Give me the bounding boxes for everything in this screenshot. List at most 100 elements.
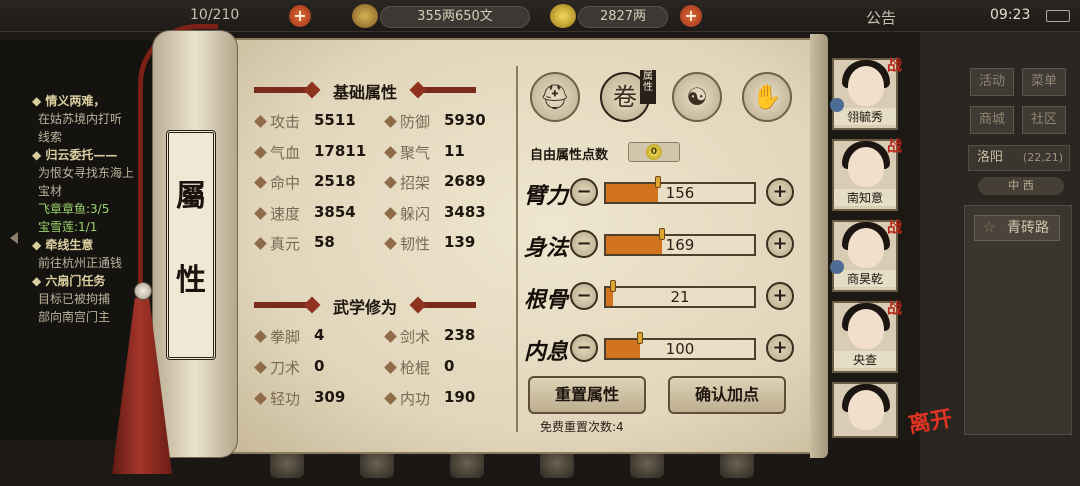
top-bar: 10/210 + 355两650文 2827两 + 公告 09:23 bbox=[0, 0, 1080, 32]
stat-value: 0 bbox=[314, 357, 325, 375]
tab-equipment[interactable]: ⛑ bbox=[530, 72, 580, 122]
scroll-title: 屬 性 bbox=[166, 130, 216, 360]
hero-name: 南知意 bbox=[834, 189, 896, 206]
base-attributes-title: 基础属性 bbox=[332, 83, 397, 102]
attribute-value: 100 bbox=[665, 340, 695, 358]
body-figure-icon: ✋ bbox=[752, 83, 782, 111]
stat-label: 轻功 bbox=[270, 390, 301, 408]
attribute-value: 169 bbox=[665, 236, 695, 254]
attribute-name: 内息 bbox=[524, 339, 569, 365]
copper-coin-icon bbox=[352, 4, 378, 28]
stat-value: 58 bbox=[314, 233, 335, 251]
hero-card[interactable]: 商昊乾 战 bbox=[830, 218, 902, 292]
road-button[interactable]: ☆ 青砖路 bbox=[974, 215, 1060, 241]
attribute-name: 根骨 bbox=[524, 287, 569, 313]
hero-portrait bbox=[848, 147, 884, 187]
attribute-name: 身法 bbox=[524, 235, 569, 261]
free-points-value: 0 bbox=[646, 144, 662, 160]
title-ornament bbox=[254, 302, 312, 308]
stat-value: 309 bbox=[314, 388, 346, 406]
shop-button[interactable]: 商城 bbox=[970, 106, 1014, 134]
hero-portrait bbox=[848, 228, 884, 268]
stat-label: 命中 bbox=[270, 174, 301, 192]
road-label: 青砖路 bbox=[1007, 220, 1049, 236]
hat-icon: ⛑ bbox=[539, 83, 571, 111]
decrease-attribute-button[interactable]: − bbox=[570, 334, 598, 362]
attribute-bar: 21 bbox=[604, 280, 756, 308]
decrease-attribute-button[interactable]: − bbox=[570, 178, 598, 206]
stat-label: 气血 bbox=[270, 143, 301, 162]
free-reset-count: 免费重置次数:4 bbox=[540, 420, 624, 434]
confirm-points-button[interactable]: 确认加点 bbox=[668, 376, 786, 414]
battle-badge-icon: 战 bbox=[886, 137, 902, 155]
stat-label: 枪棍 bbox=[400, 359, 431, 377]
decrease-attribute-button[interactable]: − bbox=[570, 282, 598, 310]
hero-name: 翎毓秀 bbox=[834, 108, 896, 125]
tab-skills[interactable]: ☯ bbox=[672, 72, 722, 122]
hero-portrait bbox=[848, 309, 884, 349]
stat-label: 内功 bbox=[400, 390, 431, 408]
star-icon: ☆ bbox=[983, 220, 996, 236]
hero-card[interactable]: 南知意 战 bbox=[832, 137, 902, 211]
battle-badge-icon: 战 bbox=[886, 56, 902, 74]
activity-button[interactable]: 活动 bbox=[970, 68, 1014, 96]
gold-ingot-icon bbox=[550, 4, 576, 28]
hero-tag-icon bbox=[830, 98, 844, 112]
stat-label: 招架 bbox=[400, 174, 431, 192]
stat-label: 韧性 bbox=[400, 235, 431, 253]
attribute-bar: 169 bbox=[604, 228, 756, 256]
stat-value: 17811 bbox=[314, 141, 367, 160]
stat-label: 刀术 bbox=[270, 359, 301, 377]
reset-attributes-button[interactable]: 重置属性 bbox=[528, 376, 646, 414]
attribute-value: 21 bbox=[670, 288, 690, 306]
attribute-bar: 100 bbox=[604, 332, 756, 360]
attribute-bar: 156 bbox=[604, 176, 756, 204]
stat-value: 2518 bbox=[314, 172, 356, 190]
stat-label: 速度 bbox=[270, 204, 301, 223]
hero-card[interactable]: 央查 战 bbox=[832, 299, 902, 373]
stat-value: 2689 bbox=[444, 172, 486, 190]
attribute-value: 156 bbox=[665, 184, 695, 202]
battery-icon bbox=[1046, 10, 1070, 22]
hero-card[interactable] bbox=[832, 382, 898, 438]
stat-value: 5511 bbox=[314, 111, 356, 129]
stat-label: 攻击 bbox=[270, 113, 301, 131]
scroll-paper-edge bbox=[810, 34, 828, 458]
tab-meridians[interactable]: ✋ bbox=[742, 72, 792, 122]
stat-value: 4 bbox=[314, 326, 325, 344]
increase-attribute-button[interactable]: + bbox=[766, 282, 794, 310]
city-location[interactable]: 洛阳 (22,21) bbox=[968, 145, 1070, 171]
hero-portrait bbox=[848, 390, 884, 430]
add-gold-button[interactable]: + bbox=[680, 5, 702, 27]
decrease-attribute-button[interactable]: − bbox=[570, 230, 598, 258]
title-ornament bbox=[254, 87, 312, 93]
column-divider bbox=[516, 66, 518, 432]
yin-yang-icon: ☯ bbox=[686, 83, 708, 111]
hero-card[interactable]: 翎毓秀 战 bbox=[830, 56, 902, 130]
city-coord: (22,21) bbox=[1022, 151, 1063, 164]
hero-name: 商昊乾 bbox=[834, 270, 896, 287]
notice-button[interactable]: 公告 bbox=[866, 7, 896, 28]
compass: 中 西 bbox=[978, 177, 1064, 195]
collapse-quest-arrow-icon[interactable] bbox=[10, 232, 18, 244]
clock: 09:23 bbox=[990, 7, 1031, 23]
tab-attributes-label: 属性 bbox=[640, 70, 656, 104]
title-ornament bbox=[418, 302, 476, 308]
stat-value: 0 bbox=[444, 357, 455, 375]
increase-attribute-button[interactable]: + bbox=[766, 178, 794, 206]
stat-value: 3483 bbox=[444, 202, 486, 221]
stat-value: 139 bbox=[444, 233, 476, 251]
increase-attribute-button[interactable]: + bbox=[766, 334, 794, 362]
stat-label: 躲闪 bbox=[400, 204, 431, 223]
city-name: 洛阳 bbox=[977, 150, 1004, 165]
stat-label: 聚气 bbox=[400, 143, 431, 162]
martial-title: 武学修为 bbox=[332, 298, 397, 317]
hero-portrait bbox=[848, 66, 884, 106]
menu-button[interactable]: 菜单 bbox=[1022, 68, 1066, 96]
add-capacity-button[interactable]: + bbox=[289, 5, 311, 27]
hero-tag-icon bbox=[830, 260, 844, 274]
stat-value: 190 bbox=[444, 388, 476, 406]
stat-value: 238 bbox=[444, 326, 476, 344]
increase-attribute-button[interactable]: + bbox=[766, 230, 794, 258]
community-button[interactable]: 社区 bbox=[1022, 106, 1066, 134]
